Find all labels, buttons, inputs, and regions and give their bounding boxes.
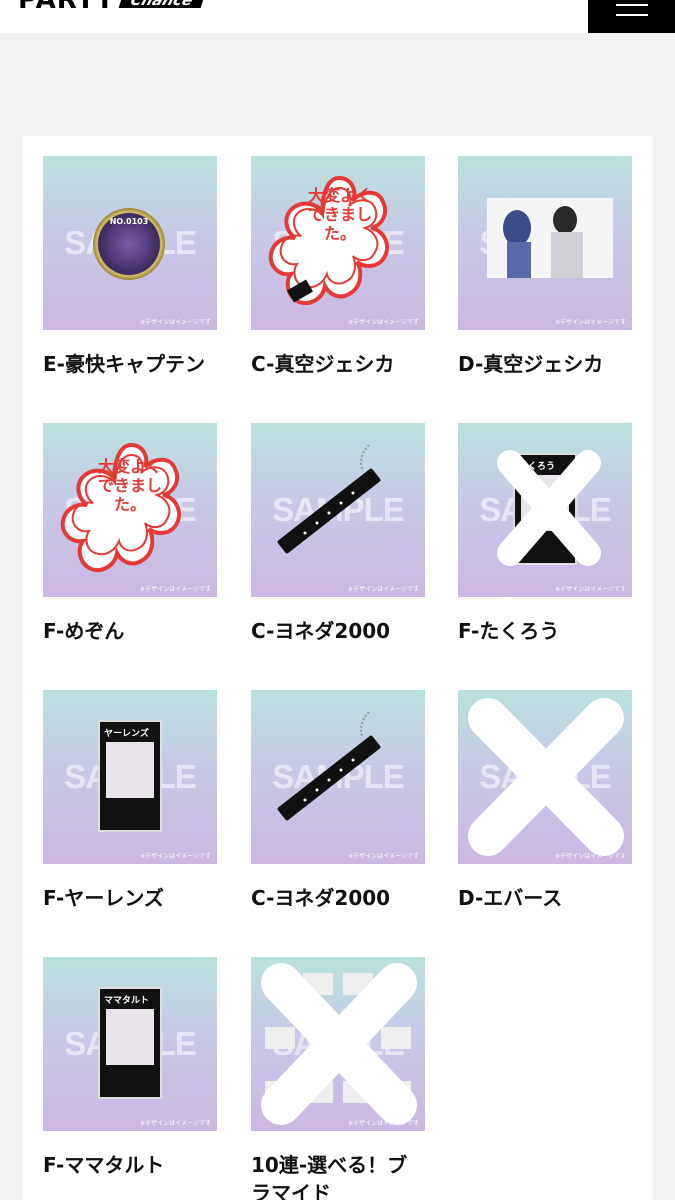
stick-keychain-icon <box>277 444 381 554</box>
crossed-out-icon <box>261 963 417 1125</box>
product-thumbnail: SAMPLE ※デザインはイメージです <box>251 690 425 864</box>
product-card[interactable]: SAMPLE ※デザインはイメージです C-ヨネダ2000 <box>251 690 425 912</box>
product-title: F-ヤーレンズ <box>43 886 164 910</box>
product-card[interactable]: SAMPLE 大変よくできました。 ※デザインはイメージです F-めぞん <box>43 423 217 645</box>
product-card[interactable]: SAMPLE ※デザインはイメージです D-エバース <box>458 690 632 912</box>
image-note: ※デザインはイメージです <box>348 853 419 860</box>
image-note: ※デザインはイメージです <box>348 319 419 326</box>
person-photo-icon <box>487 198 613 278</box>
product-card[interactable]: SAMPLE ※デザインはイメージです 10連-選べる！ブ ラマイド <box>251 957 425 1200</box>
product-card[interactable]: SAMPLE ※デザインはイメージです D-真空ジェシカ <box>458 156 632 378</box>
product-card[interactable]: SAMPLE NO.0103 ※デザインはイメージです E-豪快キャプテン <box>43 156 217 378</box>
card-photo <box>106 1009 154 1065</box>
menu-bar-icon <box>616 14 648 16</box>
product-thumbnail: SAMPLE ※デザインはイメージです <box>251 423 425 597</box>
product-thumbnail: SAMPLE ※デザインはイメージです <box>251 957 425 1131</box>
logo-wordmark: PARTY <box>18 0 116 15</box>
product-grid-panel: SAMPLE NO.0103 ※デザインはイメージです E-豪快キャプテン SA… <box>22 136 653 1200</box>
image-note: ※デザインはイメージです <box>348 1120 419 1127</box>
product-thumbnail: SAMPLE ※デザインはイメージです <box>458 156 632 330</box>
crossed-out-icon <box>468 698 624 856</box>
site-header: PARTY Chance <box>0 0 675 33</box>
product-card[interactable]: SAMPLE 大変よくできました。 ※デザインはイメージです C-真空ジェシカ <box>251 156 425 378</box>
stamp-text: 大変よくできました。 <box>307 186 372 243</box>
product-thumbnail: SAMPLE ※デザインはイメージです <box>458 690 632 864</box>
product-title: 10連-選べる！ブ ラマイド <box>251 1153 408 1200</box>
product-title: F-たくろう <box>458 619 560 643</box>
card-header-text: ヤーレンズ <box>104 729 149 739</box>
card-photo <box>106 742 154 798</box>
product-card[interactable]: SAMPLE ※デザインはイメージです C-ヨネダ2000 <box>251 423 425 645</box>
product-thumbnail: SAMPLE NO.0103 ※デザインはイメージです <box>43 156 217 330</box>
badge-number: NO.0103 <box>109 217 149 226</box>
crossed-out-icon <box>497 450 601 566</box>
logo-badge: Chance <box>118 0 206 9</box>
product-title: C-真空ジェシカ <box>251 352 395 376</box>
photo-image <box>487 198 613 278</box>
product-thumbnail: SAMPLE 大変よくできました。 ※デザインはイメージです <box>43 423 217 597</box>
product-title: C-ヨネダ2000 <box>251 619 391 643</box>
image-note: ※デザインはイメージです <box>140 853 211 860</box>
image-note: ※デザインはイメージです <box>140 1120 211 1127</box>
can-badge-image: NO.0103 <box>93 208 165 280</box>
acrylic-card-image: ヤーレンズ <box>98 720 162 832</box>
product-title: F-ママタルト <box>43 1153 165 1177</box>
product-thumbnail: SAMPLE たくろう ※デザインはイメージです <box>458 423 632 597</box>
image-note: ※デザインはイメージです <box>348 586 419 593</box>
image-note: ※デザインはイメージです <box>555 853 626 860</box>
product-card[interactable]: SAMPLE ママタルト ※デザインはイメージです F-ママタルト <box>43 957 217 1179</box>
product-title: D-真空ジェシカ <box>458 352 604 376</box>
image-note: ※デザインはイメージです <box>555 586 626 593</box>
product-thumbnail: SAMPLE 大変よくできました。 ※デザインはイメージです <box>251 156 425 330</box>
product-card[interactable]: SAMPLE ヤーレンズ ※デザインはイメージです F-ヤーレンズ <box>43 690 217 912</box>
acrylic-card-image: ママタルト <box>98 987 162 1099</box>
hamburger-menu-button[interactable] <box>588 0 675 33</box>
site-logo[interactable]: PARTY Chance <box>18 0 206 15</box>
product-title: E-豪快キャプテン <box>43 352 205 376</box>
product-thumbnail: SAMPLE ママタルト ※デザインはイメージです <box>43 957 217 1131</box>
product-title: F-めぞん <box>43 619 125 643</box>
image-note: ※デザインはイメージです <box>140 319 211 326</box>
product-card[interactable]: SAMPLE たくろう ※デザインはイメージです F-たくろう <box>458 423 632 645</box>
stick-keychain-icon <box>277 711 381 821</box>
menu-bar-icon <box>616 4 648 6</box>
image-note: ※デザインはイメージです <box>555 319 626 326</box>
product-title: C-ヨネダ2000 <box>251 886 391 910</box>
image-note: ※デザインはイメージです <box>140 586 211 593</box>
product-title: D-エバース <box>458 886 563 910</box>
stamp-text: 大変よくできました。 <box>97 457 162 514</box>
card-header-text: ママタルト <box>104 996 150 1006</box>
product-thumbnail: SAMPLE ヤーレンズ ※デザインはイメージです <box>43 690 217 864</box>
